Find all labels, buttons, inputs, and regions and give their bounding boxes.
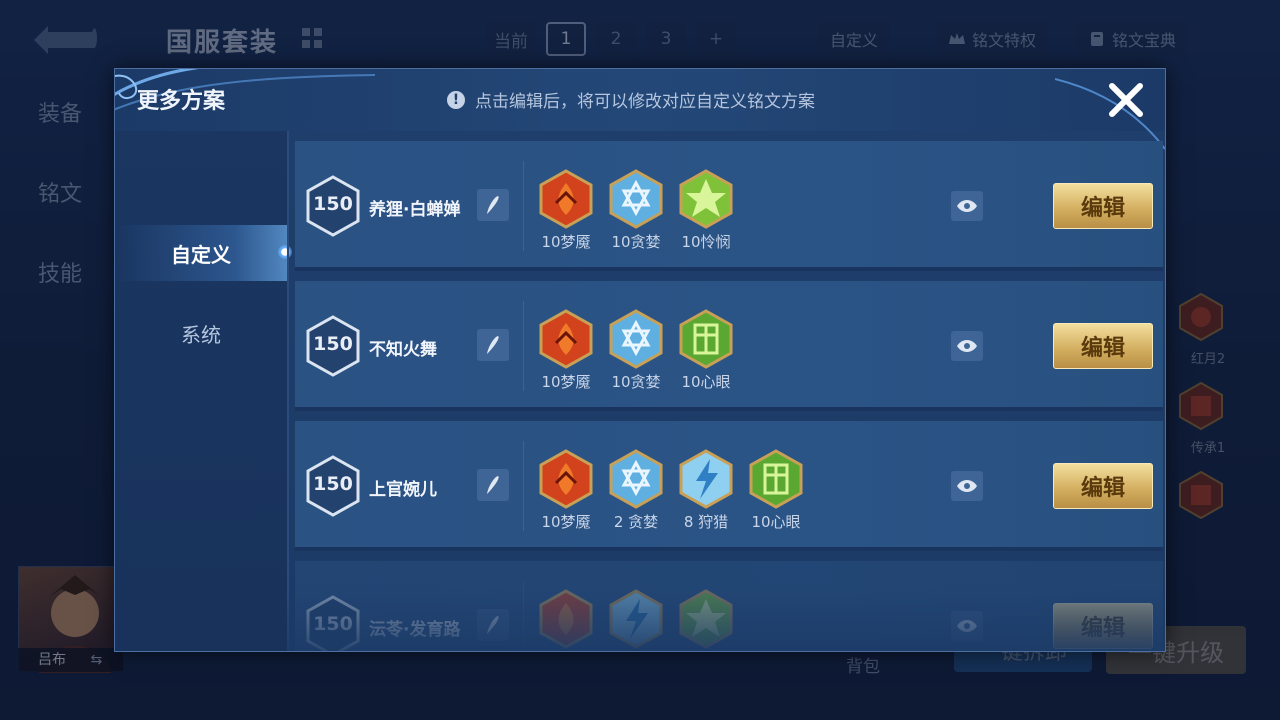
rune-item: 10梦魇 [531, 309, 601, 392]
insight-rune-icon [749, 449, 803, 509]
edit-button[interactable]: 编辑 [1053, 183, 1153, 229]
preset-row: 150 养狸·白蝉婵 10梦魇 10贪婪 10怜悯 编辑 [295, 141, 1163, 271]
rename-button[interactable] [477, 609, 509, 641]
rune-item [601, 589, 671, 649]
tab-system[interactable]: 系统 [115, 305, 287, 361]
rune-label: 10梦魇 [541, 233, 591, 251]
level-number: 150 [313, 613, 353, 635]
mercy-rune-icon [679, 589, 733, 649]
insight-rune-icon [679, 309, 733, 369]
rune-set: 10梦魇 10贪婪 10心眼 [531, 309, 741, 392]
tab-system-label: 系统 [181, 322, 221, 347]
divider [523, 441, 524, 531]
rune-item: 10梦魇 [531, 449, 601, 532]
close-icon [1109, 83, 1143, 117]
greed-rune-icon [609, 309, 663, 369]
preview-button[interactable] [951, 471, 983, 501]
rune-item: 10贪婪 [601, 309, 671, 392]
modal-title: 更多方案 [137, 89, 226, 114]
preset-row: 150 沄苓·发育路 编辑 [295, 561, 1163, 651]
greed-rune-icon [609, 449, 663, 509]
eye-icon [957, 480, 977, 492]
nightmare-rune-icon [539, 309, 593, 369]
pen-icon [487, 336, 499, 354]
rune-label: 8 狩猎 [683, 513, 729, 531]
rune-item: 8 狩猎 [671, 449, 741, 532]
rune-label: 10贪婪 [611, 233, 661, 251]
rune-item: 10贪婪 [601, 169, 671, 252]
rune-label: 10梦魇 [541, 513, 591, 531]
more-presets-modal: 更多方案 ! 点击编辑后，将可以修改对应自定义铭文方案 自定义 系统 150 养… [114, 68, 1166, 652]
rune-item [671, 589, 741, 649]
level-number: 150 [313, 333, 353, 355]
rune-set [531, 589, 741, 649]
rune-item: 2 贪婪 [601, 449, 671, 532]
rename-button[interactable] [477, 189, 509, 221]
edit-button[interactable]: 编辑 [1053, 463, 1153, 509]
rename-button[interactable] [477, 329, 509, 361]
rune-item: 10心眼 [741, 449, 811, 532]
modal-header: 更多方案 ! 点击编辑后，将可以修改对应自定义铭文方案 [115, 69, 1165, 150]
rune-set: 10梦魇 10贪婪 10怜悯 [531, 169, 741, 252]
nightmare-rune-icon [539, 169, 593, 229]
tab-custom-label: 自定义 [171, 242, 231, 267]
nightmare-rune-icon [539, 449, 593, 509]
nightmare-rune-icon [539, 589, 593, 649]
rune-label: 10心眼 [751, 513, 801, 531]
pen-icon [487, 196, 499, 214]
category-tabs: 自定义 系统 [115, 131, 292, 651]
preset-name: 上官婉儿 [369, 480, 437, 500]
rune-item: 10心眼 [671, 309, 741, 392]
preview-button[interactable] [951, 191, 983, 221]
preset-name: 养狸·白蝉婵 [369, 200, 461, 220]
rune-item: 10怜悯 [671, 169, 741, 252]
level-number: 150 [313, 193, 353, 215]
preset-name: 不知火舞 [369, 340, 437, 360]
divider [523, 581, 524, 651]
preview-button[interactable] [951, 331, 983, 361]
hint: ! 点击编辑后，将可以修改对应自定义铭文方案 [447, 87, 815, 112]
eye-icon [957, 620, 977, 632]
divider [523, 301, 524, 391]
preset-name: 沄苓·发育路 [369, 620, 461, 640]
hint-text: 点击编辑后，将可以修改对应自定义铭文方案 [475, 92, 815, 112]
eye-icon [957, 200, 977, 212]
preset-row: 150 上官婉儿 10梦魇 2 贪婪 8 狩猎 10心眼 编辑 [295, 421, 1163, 551]
info-icon: ! [447, 90, 465, 109]
hunt-rune-icon [609, 589, 663, 649]
rune-label: 10心眼 [681, 373, 731, 391]
pen-icon [487, 476, 499, 494]
rune-item: 10梦魇 [531, 169, 601, 252]
level-number: 150 [313, 473, 353, 495]
greed-rune-icon [609, 169, 663, 229]
active-dot-icon [278, 245, 292, 259]
preset-row: 150 不知火舞 10梦魇 10贪婪 10心眼 编辑 [295, 281, 1163, 411]
edit-button[interactable]: 编辑 [1053, 603, 1153, 649]
hunt-rune-icon [679, 449, 733, 509]
pen-icon [487, 616, 499, 634]
divider [523, 161, 524, 251]
rune-set: 10梦魇 2 贪婪 8 狩猎 10心眼 [531, 449, 811, 532]
edit-button[interactable]: 编辑 [1053, 323, 1153, 369]
mercy-rune-icon [679, 169, 733, 229]
rune-label: 10梦魇 [541, 373, 591, 391]
preview-button[interactable] [951, 611, 983, 641]
eye-icon [957, 340, 977, 352]
rune-label: 2 贪婪 [613, 513, 659, 531]
divider [287, 131, 289, 651]
close-button[interactable] [1105, 79, 1147, 121]
rune-label: 10怜悯 [681, 233, 731, 251]
tab-custom[interactable]: 自定义 [115, 225, 292, 281]
rune-item [531, 589, 601, 649]
rune-label: 10贪婪 [611, 373, 661, 391]
rename-button[interactable] [477, 469, 509, 501]
